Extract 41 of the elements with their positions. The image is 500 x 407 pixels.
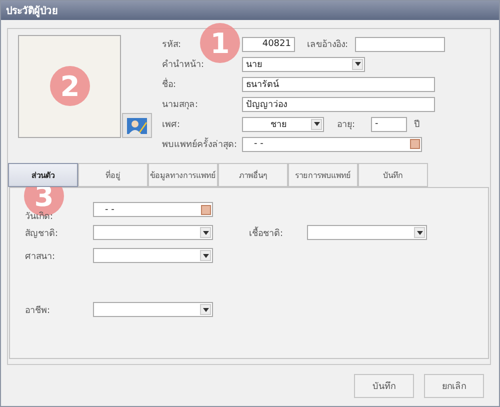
field-label: วันเกิด: bbox=[25, 210, 54, 222]
tab[interactable]: บันทึก bbox=[358, 163, 428, 187]
input-field[interactable]: 40821 bbox=[242, 36, 295, 52]
tab[interactable]: ส่วนตัว bbox=[8, 163, 78, 187]
date-field[interactable]: - - bbox=[93, 202, 213, 217]
field-label: ชื่อ: bbox=[162, 77, 242, 91]
input-field[interactable]: - bbox=[371, 116, 407, 132]
field-label: รหัส: bbox=[162, 40, 182, 50]
window-title: ประวัติผู้ป่วย bbox=[6, 4, 58, 18]
number-marker: 1 bbox=[200, 23, 240, 63]
field-label: อายุ: bbox=[337, 119, 356, 131]
input-field[interactable]: ปัญญาว่อง bbox=[242, 96, 435, 112]
tab[interactable]: ข้อมูลทางการแพทย์ bbox=[148, 163, 218, 187]
field-label: สัญชาติ: bbox=[25, 228, 60, 240]
field-label: เพศ: bbox=[162, 119, 182, 131]
dialog-button[interactable]: บันทึก bbox=[354, 374, 414, 398]
person-pencil-icon bbox=[127, 118, 147, 134]
dropdown[interactable] bbox=[93, 302, 213, 317]
field-label: พบแพทย์ครั้งล่าสุด: bbox=[162, 137, 242, 151]
field-label: เชื้อชาติ: bbox=[249, 226, 284, 240]
input-field[interactable] bbox=[355, 36, 445, 52]
dialog-button[interactable]: ยกเลิก bbox=[424, 374, 484, 398]
dropdown[interactable] bbox=[307, 225, 427, 240]
calendar-icon bbox=[201, 204, 211, 214]
tab[interactable]: ที่อยู่ bbox=[78, 163, 148, 187]
field-label: นามสกุล: bbox=[162, 99, 200, 111]
dropdown[interactable]: นาย bbox=[242, 56, 365, 72]
dropdown[interactable] bbox=[93, 225, 213, 240]
field-label: เลขอ้างอิง: bbox=[307, 38, 350, 51]
photo-button[interactable] bbox=[122, 113, 152, 138]
date-field[interactable]: - - bbox=[242, 136, 422, 152]
unit-label: ปี bbox=[414, 118, 420, 131]
dropdown[interactable] bbox=[93, 248, 213, 263]
calendar-icon bbox=[410, 139, 420, 149]
field-label: อาชีพ: bbox=[25, 304, 52, 316]
input-field[interactable]: ธนารัตน์ bbox=[242, 76, 435, 92]
number-marker: 2 bbox=[50, 66, 90, 106]
tab[interactable]: รายการพบแพทย์ bbox=[288, 163, 358, 187]
field-label: ศาสนา: bbox=[25, 250, 56, 262]
dropdown[interactable]: ชาย bbox=[242, 116, 324, 132]
tab[interactable]: ภาพอื่นๆ bbox=[218, 163, 288, 187]
